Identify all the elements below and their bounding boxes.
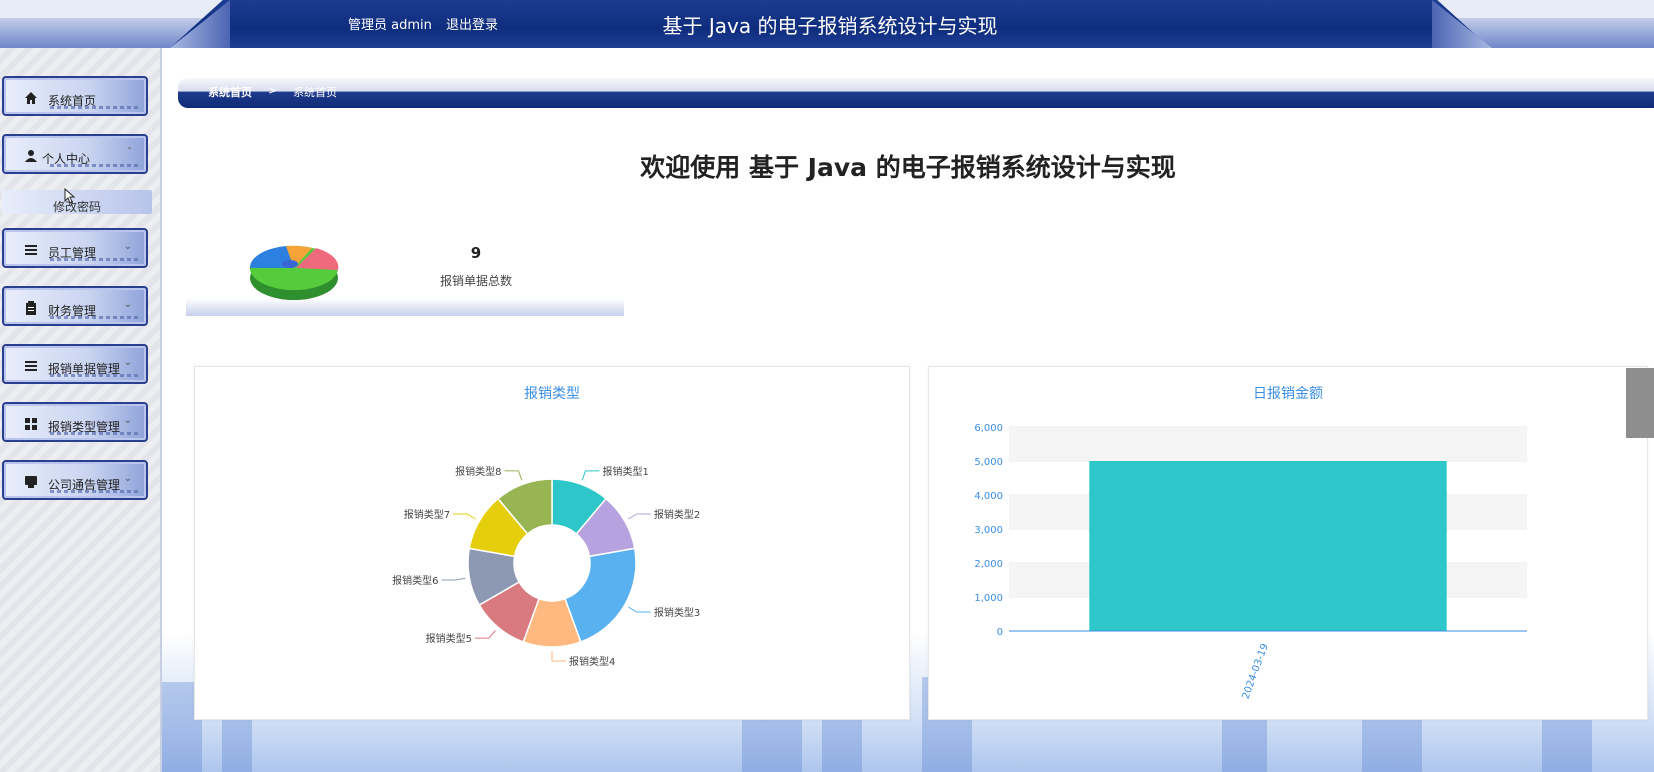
chart-card-reimbursement-types: 报销类型 报销类型1 报销类型2 报销类型3 报销类型4 报销类型5 报销类型6 报销类型7… — [194, 366, 910, 720]
pie-label-line — [453, 513, 477, 520]
clipboard-icon — [26, 301, 36, 315]
sidebar-item-company-notice[interactable]: 公司通告管理 ⌄ — [2, 460, 148, 500]
stat-label: 报销单据总数 — [439, 274, 512, 288]
pie-label: 报销类型2 — [654, 508, 700, 521]
y-tick-label: 6,000 — [974, 423, 1003, 434]
pie-chart-icon — [249, 245, 339, 300]
y-tick-label: 0 — [997, 627, 1003, 638]
sidebar: 系统首页 个人中心 ˆ 修改密码 员工管理 ⌄ 财务管理 ⌄ 报销单据管理 ⌄ … — [0, 48, 162, 772]
chevron-down-icon: ⌄ — [123, 299, 132, 310]
y-tick-label: 3,000 — [974, 525, 1003, 536]
chevron-down-icon: ⌄ — [123, 357, 132, 368]
grid-icon — [25, 418, 37, 430]
x-tick-label: 2024-03-19 — [1241, 642, 1271, 700]
pie-label-line — [551, 651, 566, 662]
menu-decoration — [50, 490, 140, 493]
sidebar-item-personal-center[interactable]: 个人中心 ˆ — [2, 134, 148, 174]
user-icon — [25, 150, 37, 162]
pie-label: 报销类型8 — [455, 465, 501, 478]
pie-label: 报销类型5 — [426, 632, 472, 645]
y-tick-label: 5,000 — [974, 457, 1003, 468]
breadcrumb-current: 系统首页 — [293, 86, 337, 99]
menu-decoration — [50, 258, 140, 261]
sidebar-item-reimbursement-types[interactable]: 报销类型管理 ⌄ — [2, 402, 148, 442]
pie-label-line — [581, 470, 600, 481]
chevron-down-icon: ⌄ — [123, 473, 132, 484]
breadcrumb-separator: > — [268, 84, 278, 97]
pie-label-line — [441, 577, 466, 581]
pie-label-line — [475, 630, 496, 639]
submenu-change-password[interactable]: 修改密码 — [2, 190, 152, 214]
pie-label: 报销类型6 — [392, 574, 438, 587]
chart-title: 报销类型 — [524, 386, 580, 402]
user-info: 管理员 admin 退出登录 — [348, 14, 508, 33]
sidebar-item-reimbursement-docs[interactable]: 报销单据管理 ⌄ — [2, 344, 148, 384]
y-tick-label: 2,000 — [974, 559, 1003, 570]
menu-decoration — [50, 316, 140, 319]
chevron-up-icon: ˆ — [127, 147, 132, 158]
pie-label-line — [627, 606, 651, 613]
bar[interactable] — [1089, 461, 1447, 631]
sidebar-item-employee[interactable]: 员工管理 ⌄ — [2, 228, 148, 268]
sidebar-item-finance[interactable]: 财务管理 ⌄ — [2, 286, 148, 326]
y-tick-label: 1,000 — [974, 593, 1003, 604]
menu-decoration — [50, 106, 140, 109]
pie-label: 报销类型1 — [603, 465, 649, 478]
y-tick-label: 4,000 — [974, 491, 1003, 502]
main-content: 系统首页 > 系统首页 欢迎使用 基于 Java 的电子报销系统设计与实现 9 … — [162, 48, 1654, 772]
side-panel-toggle[interactable] — [1626, 368, 1654, 438]
stat-card-total-docs[interactable]: 9 报销单据总数 — [186, 234, 624, 316]
pie-label: 报销类型3 — [654, 606, 700, 619]
pie-label: 报销类型7 — [404, 508, 450, 521]
submenu-label: 修改密码 — [52, 200, 101, 214]
mouse-cursor-icon — [64, 188, 76, 204]
pie-label-line — [504, 470, 523, 481]
list-icon — [25, 361, 37, 371]
sidebar-item-home[interactable]: 系统首页 — [2, 76, 148, 116]
logout-button[interactable]: 退出登录 — [446, 18, 498, 33]
bar-chart: 0 1,000 2,000 3,000 4,000 5,000 6,000 2024-03-1… — [974, 423, 1527, 701]
donut-chart: 报销类型1 报销类型2 报销类型3 报销类型4 报销类型5 报销类型6 报销类型7 报销类型8 — [392, 465, 700, 668]
chart-card-daily-amount: 日报销金额 0 1,000 2,000 3,000 4,000 5,000 6,000 202… — [928, 366, 1648, 720]
grid-band — [1009, 427, 1527, 461]
breadcrumb: 系统首页 > 系统首页 — [178, 78, 1654, 108]
list-icon — [25, 245, 37, 255]
chevron-down-icon: ⌄ — [123, 415, 132, 426]
system-title: 基于 Java 的电子报销系统设计与实现 — [662, 14, 998, 38]
welcome-heading: 欢迎使用 基于 Java 的电子报销系统设计与实现 — [640, 153, 1176, 182]
pie-label: 报销类型4 — [569, 655, 615, 668]
menu-decoration — [50, 374, 140, 377]
home-icon — [25, 92, 37, 104]
menu-decoration — [50, 164, 140, 167]
breadcrumb-root-link[interactable]: 系统首页 — [208, 84, 252, 100]
notice-icon — [25, 476, 37, 488]
user-role: 管理员 admin — [348, 18, 432, 33]
pie-label-line — [627, 513, 651, 520]
top-header: 管理员 admin 退出登录 基于 Java 的电子报销系统设计与实现 — [0, 0, 1654, 48]
stat-value: 9 — [470, 244, 482, 262]
chevron-down-icon: ⌄ — [123, 241, 132, 252]
chart-title: 日报销金额 — [1253, 386, 1323, 402]
menu-decoration — [50, 432, 140, 435]
